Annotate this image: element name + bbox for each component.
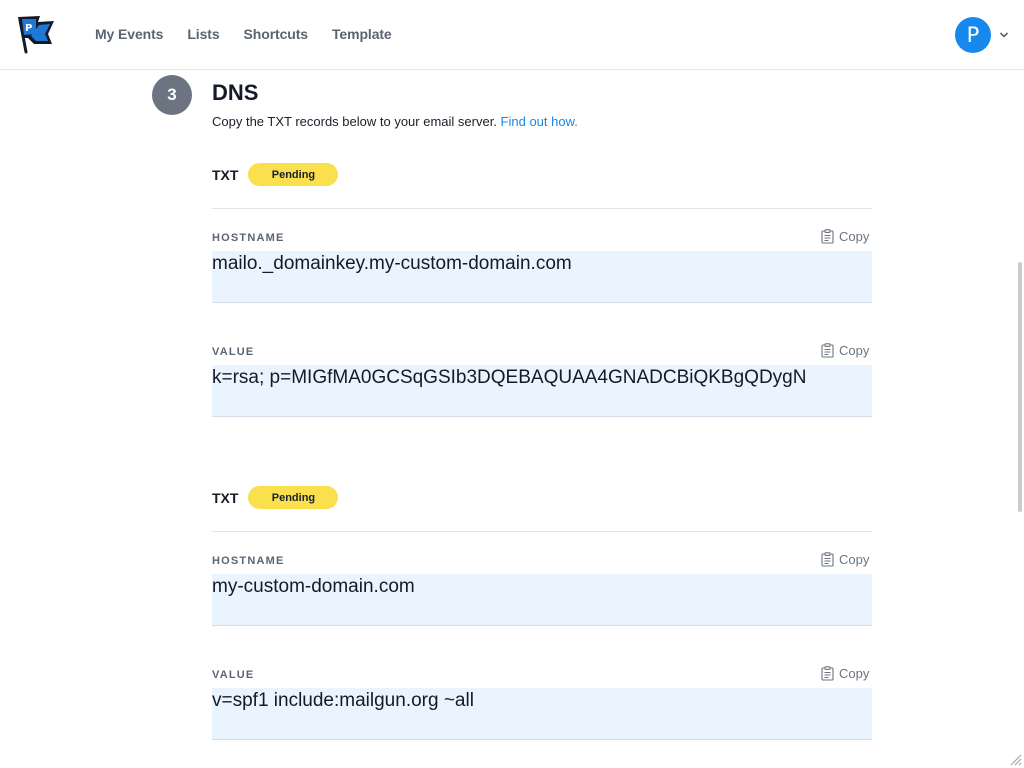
nav-shortcuts[interactable]: Shortcuts: [244, 26, 309, 42]
svg-text:P: P: [25, 23, 32, 34]
clipboard-icon: [821, 229, 834, 244]
scrollbar-thumb[interactable]: [1018, 262, 1022, 512]
divider: [212, 208, 872, 209]
step-description-text: Copy the TXT records below to your email…: [212, 114, 497, 129]
value-text: k=rsa; p=MIGfMA0GCSqGSIb3DQEBAQUAA4GNADC…: [212, 367, 807, 388]
value-field[interactable]: k=rsa; p=MIGfMA0GCSqGSIb3DQEBAQUAA4GNADC…: [212, 365, 872, 417]
copy-value-button[interactable]: Copy: [821, 343, 869, 358]
step-number-badge: 3: [152, 75, 192, 115]
resize-handle-icon[interactable]: [1008, 752, 1022, 766]
clipboard-icon: [821, 343, 834, 358]
record-type: TXT: [212, 166, 239, 183]
hostname-value: my-custom-domain.com: [212, 576, 415, 597]
value-text: v=spf1 include:mailgun.org ~all: [212, 690, 474, 711]
status-badge: Pending: [248, 486, 339, 509]
hostname-field[interactable]: my-custom-domain.com: [212, 574, 872, 626]
value-field[interactable]: v=spf1 include:mailgun.org ~all: [212, 688, 872, 740]
record-header: TXT Pending: [212, 163, 339, 186]
hostname-value: mailo._domainkey.my-custom-domain.com: [212, 253, 572, 274]
step-title: DNS: [212, 80, 259, 105]
user-avatar[interactable]: P: [955, 17, 991, 53]
value-label: VALUE: [212, 669, 255, 681]
clipboard-icon: [821, 552, 834, 567]
status-badge: Pending: [248, 163, 339, 186]
step-description: Copy the TXT records below to your email…: [212, 114, 578, 129]
hostname-field[interactable]: mailo._domainkey.my-custom-domain.com: [212, 251, 872, 303]
top-navigation-bar: P My Events Lists Shortcuts Template P: [0, 0, 1024, 70]
record-header: TXT Pending: [212, 486, 339, 509]
main-nav: My Events Lists Shortcuts Template: [95, 26, 392, 42]
hostname-label: HOSTNAME: [212, 555, 285, 567]
find-out-how-link[interactable]: Find out how.: [501, 114, 578, 129]
copy-label: Copy: [839, 229, 870, 244]
copy-value-button[interactable]: Copy: [821, 666, 869, 681]
value-label: VALUE: [212, 346, 255, 358]
chevron-down-icon[interactable]: [999, 30, 1009, 40]
logo-flag-icon[interactable]: P: [14, 14, 56, 54]
nav-my-events[interactable]: My Events: [95, 26, 163, 42]
copy-label: Copy: [839, 666, 870, 681]
copy-hostname-button[interactable]: Copy: [821, 552, 869, 567]
hostname-label: HOSTNAME: [212, 232, 285, 244]
divider: [212, 531, 872, 532]
nav-lists[interactable]: Lists: [187, 26, 219, 42]
record-type: TXT: [212, 489, 239, 506]
clipboard-icon: [821, 666, 834, 681]
copy-label: Copy: [839, 552, 870, 567]
copy-hostname-button[interactable]: Copy: [821, 229, 869, 244]
copy-label: Copy: [839, 343, 870, 358]
nav-template[interactable]: Template: [332, 26, 392, 42]
